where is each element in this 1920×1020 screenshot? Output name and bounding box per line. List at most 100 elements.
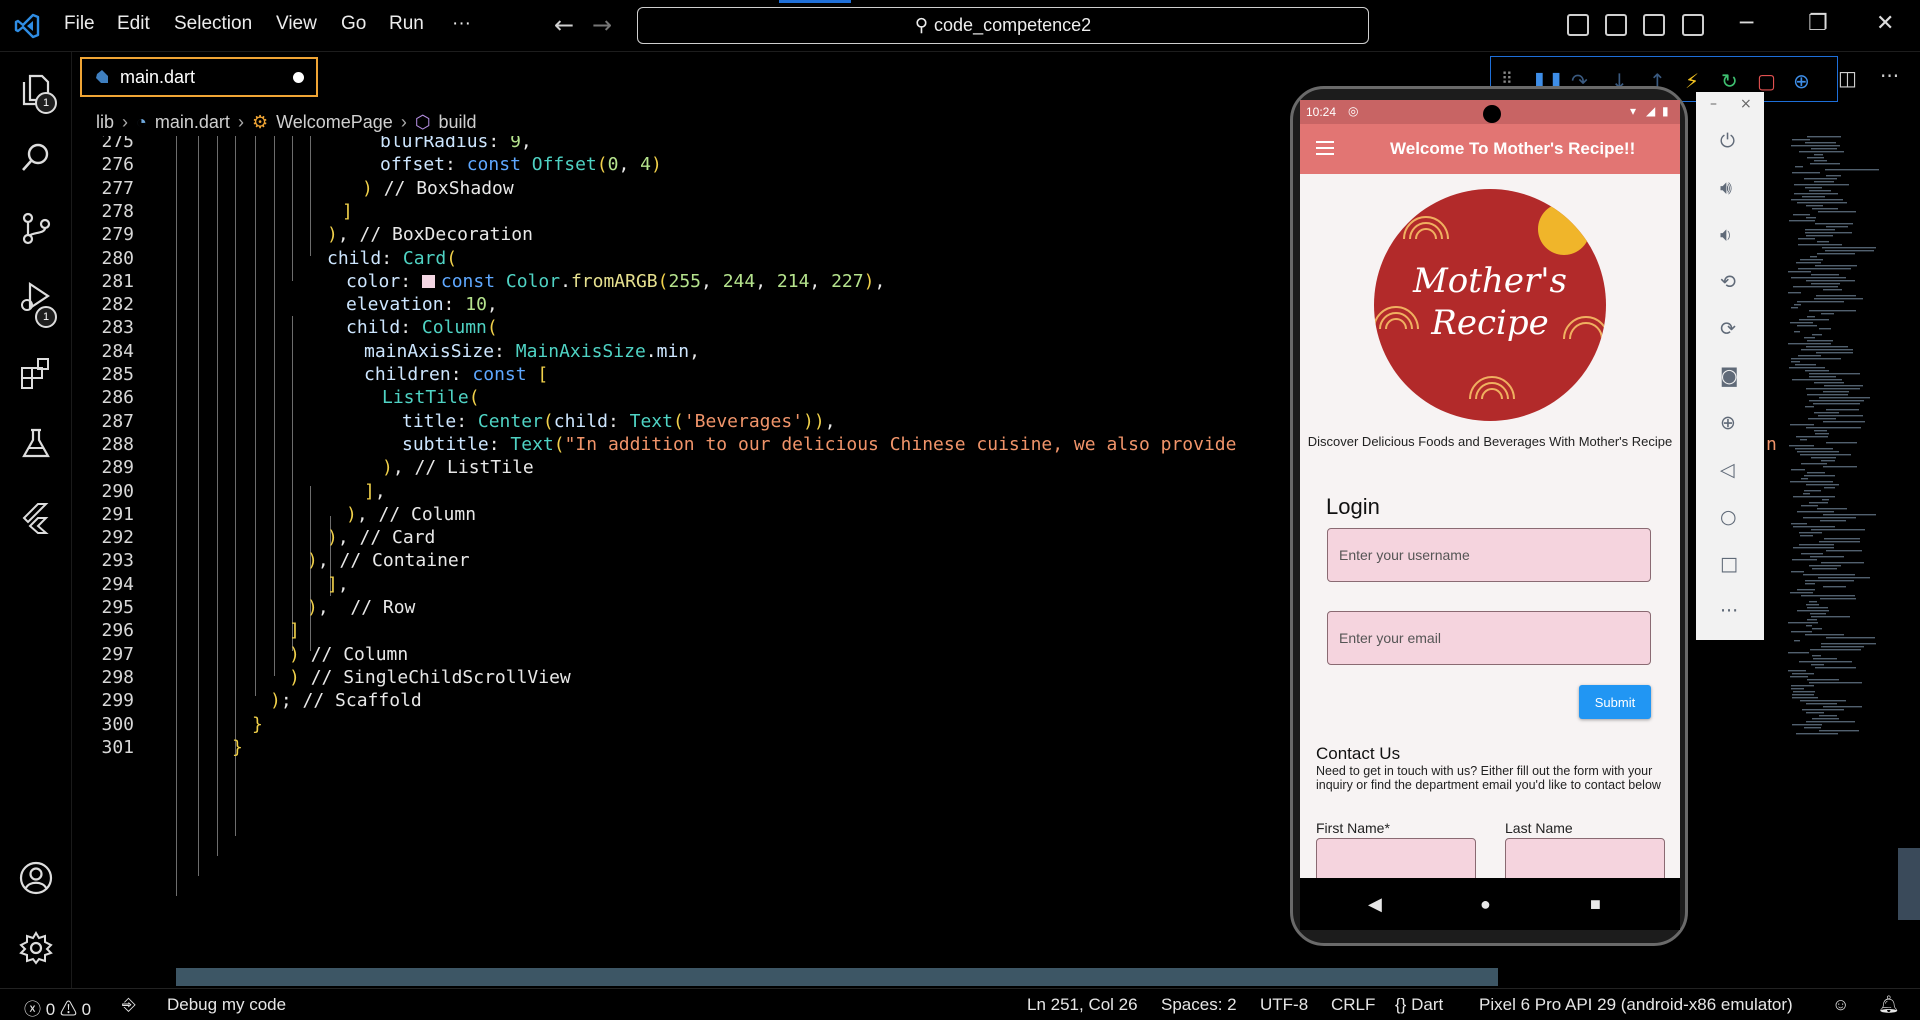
problems-indicator[interactable]: ⓧ 0 ⚠ 0 [24,995,91,1020]
search-icon[interactable] [18,140,54,176]
submit-button[interactable]: Submit [1579,685,1651,719]
first-name-label: First Name* [1316,820,1390,836]
nav-back-icon[interactable]: ◀ [1368,894,1382,915]
stop-icon[interactable]: ▢ [1757,69,1776,93]
minimap-line [1796,436,1828,438]
emulator-minimize-icon[interactable]: – [1710,96,1717,112]
split-editor-icon[interactable]: ◫ [1838,66,1857,90]
forward-arrow-icon[interactable]: → [592,11,612,39]
minimap-line [1808,418,1836,420]
zoom-icon[interactable]: ⊕ [1720,412,1736,434]
menu-more[interactable]: ··· [452,13,471,35]
feedback-icon[interactable]: ☺ [1832,995,1849,1015]
nav-recents-icon[interactable]: ■ [1590,894,1601,915]
menu-file[interactable]: File [64,13,95,35]
volume-down-icon[interactable]: 🔉︎ [1720,224,1732,246]
breadcrumb-method[interactable]: build [439,112,477,133]
accounts-icon[interactable] [18,860,54,896]
rotate-right-icon[interactable]: ⟳ [1720,318,1736,340]
debug-config[interactable]: Debug my code [167,995,286,1015]
minimap-line [1818,211,1856,213]
extensions-icon[interactable] [18,356,54,392]
menu-edit[interactable]: Edit [117,13,150,35]
menu-run[interactable]: Run [389,13,424,35]
toggle-panel-icon[interactable] [1605,14,1627,36]
language-mode[interactable]: {} Dart [1395,995,1443,1015]
cursor-position[interactable]: Ln 251, Col 26 [1027,995,1138,1015]
encoding[interactable]: UTF-8 [1260,995,1308,1015]
menu-hamburger-icon[interactable] [1316,141,1334,155]
minimap-line [1826,442,1857,444]
menu-selection[interactable]: Selection [174,13,252,35]
username-input[interactable]: Enter your username [1327,528,1651,582]
breadcrumb-folder[interactable]: lib [96,112,114,133]
color-swatch[interactable] [421,274,435,288]
minimap-line [1789,220,1815,222]
minimap-line [1792,697,1818,699]
minimap-line [1805,187,1822,189]
devtools-icon[interactable]: ⊕ [1793,69,1810,93]
toggle-primary-sidebar-icon[interactable] [1567,14,1589,36]
minimap-line [1792,724,1822,726]
breadcrumb-class[interactable]: WelcomePage [276,112,393,133]
back-arrow-icon[interactable]: ← [554,11,574,39]
email-input[interactable]: Enter your email [1327,611,1651,665]
minimap-line [1788,343,1831,345]
testing-icon[interactable] [18,426,54,462]
chevron-right-icon: › [122,111,129,132]
rotate-left-icon[interactable]: ⟲ [1720,271,1736,293]
indentation[interactable]: Spaces: 2 [1161,995,1237,1015]
unsaved-dot-icon[interactable] [293,72,304,83]
customize-layout-icon[interactable] [1682,14,1704,36]
toggle-secondary-sidebar-icon[interactable] [1643,14,1665,36]
minimap-line [1821,643,1876,645]
screenshot-camera-icon[interactable]: ◙ [1720,365,1738,387]
tab-main-dart[interactable]: main.dart [80,57,318,97]
line-ending[interactable]: CRLF [1331,995,1375,1015]
back-icon[interactable]: ◁ [1720,459,1735,481]
home-icon[interactable]: ○ [1720,506,1737,528]
minimap-line [1802,709,1844,711]
minimap-line [1790,592,1813,594]
volume-up-icon[interactable]: 🔊︎ [1720,177,1732,199]
minimap-line [1810,163,1840,165]
flutter-icon[interactable] [18,500,54,536]
hot-reload-icon[interactable]: ⚡ [1685,69,1699,93]
minimap-line [1797,610,1829,612]
breadcrumb-file[interactable]: main.dart [155,112,230,133]
more-actions-icon[interactable]: ··· [1880,64,1899,88]
minimap[interactable] [1786,136,1896,756]
nav-home-icon[interactable]: ● [1480,894,1491,915]
method-icon: ⬡ [414,111,431,132]
settings-gear-icon[interactable] [18,930,54,966]
power-icon[interactable]: ⏻ [1720,130,1735,152]
notifications-bell-icon[interactable]: 🔔︎ [1878,995,1900,1015]
minimap-line [1809,682,1862,684]
overview-icon[interactable]: □ [1720,553,1738,575]
minimap-line [1823,421,1865,423]
emulator-screen[interactable]: 10:24 ◎ ▾ ◢ ▮ Welcome To Mother's Recipe… [1300,100,1680,930]
device-selector[interactable]: Pixel 6 Pro API 29 (android-x86 emulator… [1479,995,1793,1015]
minimap-line [1809,310,1856,312]
minimap-line [1799,151,1844,153]
command-center-search[interactable]: ⚲ code_competence2 [637,7,1369,44]
minimap-line [1790,322,1813,324]
restore-icon[interactable]: ❐ [1808,11,1828,36]
minimize-icon[interactable]: ─ [1740,11,1753,36]
minimap-line [1803,517,1856,519]
menu-view[interactable]: View [276,13,317,35]
debug-status-icon[interactable]: ⎆ [122,995,136,1015]
more-icon[interactable]: ··· [1720,600,1738,622]
dart-file-icon: ◔ [136,111,147,132]
restart-icon[interactable]: ↻ [1721,69,1738,93]
horizontal-scrollbar[interactable] [176,968,1498,986]
minimap-line [1791,145,1840,147]
vertical-scrollbar[interactable] [1898,848,1920,920]
emulator-close-icon[interactable]: × [1740,96,1752,112]
status-bar: ⓧ 0 ⚠ 0 ⎆ Debug my code Ln 251, Col 26 S… [0,988,1920,1020]
menu-go[interactable]: Go [341,13,366,35]
minimap-line [1810,556,1844,558]
source-control-icon[interactable] [18,210,54,246]
close-icon[interactable]: ✕ [1876,11,1894,36]
wifi-icon: ▾ [1630,104,1637,118]
